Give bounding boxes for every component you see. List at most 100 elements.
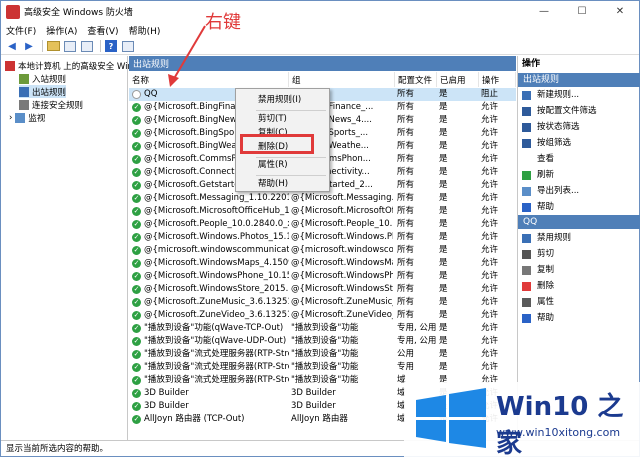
rule-row[interactable]: ✓@{Microsoft.ZuneMusic_3.6.13251.0_...@{… — [129, 296, 516, 309]
rule-group: @{Microsoft.People_10.... — [291, 219, 393, 229]
rule-row[interactable]: ✓@{Microsoft.WindowsStore_2015.10....@{M… — [129, 283, 516, 296]
qq-action-properties[interactable]: 属性 — [522, 296, 554, 309]
qq-action-cut[interactable]: 剪切 — [522, 248, 554, 261]
menu-view[interactable]: 查看(V) — [82, 24, 123, 37]
column-profile[interactable]: 配置文件 — [395, 72, 437, 87]
enabled-check-icon: ✓ — [132, 389, 141, 398]
rule-row[interactable]: ✓@{Microsoft.WindowsPhone_10.1510....@{M… — [129, 270, 516, 283]
rule-enabled: 是 — [439, 193, 448, 203]
rule-row[interactable]: ✓@{Microsoft.WindowsMaps_4.1509.5...@{Mi… — [129, 257, 516, 270]
close-button[interactable]: ✕ — [601, 1, 639, 22]
action-filter-by-state[interactable]: 按状态筛选 — [522, 121, 580, 134]
ctx-help[interactable]: 帮助(H) — [258, 178, 288, 191]
ctx-properties[interactable]: 属性(R) — [258, 159, 288, 172]
action-label: 新建规则... — [537, 90, 580, 100]
rule-row[interactable]: ✓ "播放到设备"功能(qWave-UDP-Out) "播放到设备"功能 专用, 公用… — [129, 335, 516, 348]
actions-section-outbound[interactable]: 出站规则 — [518, 73, 640, 87]
back-arrow-icon[interactable]: ◀ — [5, 40, 19, 53]
action-label: 禁用规则 — [537, 233, 572, 243]
action-new-rule[interactable]: 新建规则... — [522, 89, 579, 102]
rule-row[interactable]: ✓@{Microsoft.People_10.0.2840.0_x86_...@… — [129, 218, 516, 231]
enabled-check-icon: ✓ — [132, 259, 141, 268]
rule-group: @{Microsoft.ZuneMusic_3... — [291, 297, 393, 307]
action-filter-by-group[interactable]: 按组筛选 — [522, 137, 571, 150]
rule-action: 允许 — [481, 232, 499, 242]
rule-profile: 所有 — [397, 141, 415, 151]
rule-row[interactable]: ✓@{Microsoft.Windows.Photos_15.100....@{… — [129, 231, 516, 244]
show-tree-icon[interactable] — [63, 40, 77, 53]
rule-group: AllJoyn 路由器 — [291, 414, 348, 424]
menu-file[interactable]: 文件(F) — [1, 24, 41, 37]
enabled-check-icon: ✓ — [132, 103, 141, 112]
up-folder-icon[interactable] — [46, 40, 60, 53]
rule-profile: 所有 — [397, 167, 415, 177]
tree-item-inbound[interactable]: 入站规则 — [19, 72, 66, 85]
action-filter-by-profile[interactable]: 按配置文件筛选 — [522, 105, 597, 118]
expand-chevron-icon[interactable]: › — [9, 113, 12, 123]
action-label: 查看 — [537, 154, 555, 164]
action-view[interactable]: 查看 — [522, 153, 554, 166]
rule-enabled: 是 — [439, 323, 448, 333]
qq-action-copy[interactable]: 复制 — [522, 264, 554, 277]
enabled-check-icon: ✓ — [132, 168, 141, 177]
action-label: 帮助 — [537, 202, 555, 212]
export-icon[interactable] — [80, 40, 94, 53]
rule-name: "播放到设备"流式处理服务器(RTP-Strea... — [144, 362, 289, 372]
ctx-cut[interactable]: 剪切(T) — [258, 113, 287, 126]
action-label: 按配置文件筛选 — [537, 106, 597, 116]
action-help[interactable]: 帮助 — [522, 201, 554, 214]
tree-root[interactable]: 本地计算机 上的高级安全 Wind — [5, 59, 138, 72]
help-icon[interactable]: ? — [104, 40, 118, 53]
rule-row[interactable]: ✓ "播放到设备"功能(qWave-TCP-Out) "播放到设备"功能 专用, 公用… — [129, 322, 516, 335]
rule-profile: 所有 — [397, 245, 415, 255]
rule-action: 允许 — [481, 141, 499, 151]
rule-name: "播放到设备"功能(qWave-TCP-Out) — [144, 323, 284, 333]
tree-item-connection-security[interactable]: 连接安全规则 — [19, 98, 83, 111]
rule-row[interactable]: ✓@{microsoft.windowscommunication...@{mi… — [129, 244, 516, 257]
rule-action: 允许 — [481, 336, 499, 346]
properties-icon[interactable] — [121, 40, 135, 53]
ctx-disable-rule[interactable]: 禁用规则(I) — [258, 94, 301, 107]
actions-section-qq[interactable]: QQ — [518, 215, 640, 229]
enabled-check-icon: ✓ — [132, 376, 141, 385]
tree-item-monitor[interactable]: › 监视 — [9, 111, 45, 124]
qq-action-delete[interactable]: 删除 — [522, 280, 554, 293]
rule-profile: 所有 — [397, 271, 415, 281]
column-enabled[interactable]: 已启用 — [437, 72, 479, 87]
action-refresh[interactable]: 刷新 — [522, 169, 554, 182]
rule-group: "播放到设备"功能 — [291, 336, 359, 346]
menu-action[interactable]: 操作(A) — [41, 24, 82, 37]
column-group[interactable]: 组 — [289, 72, 395, 87]
rule-enabled: 是 — [439, 362, 448, 372]
rule-profile: 所有 — [397, 258, 415, 268]
rule-row[interactable]: ✓@{Microsoft.Messaging_1.10.22012.0...@{… — [129, 192, 516, 205]
rule-row[interactable]: ✓@{Microsoft.ZuneVideo_3.6.13251.0_...@{… — [129, 309, 516, 322]
rule-enabled: 是 — [439, 310, 448, 320]
minimize-button[interactable]: — — [525, 1, 563, 22]
maximize-button[interactable]: ☐ — [563, 1, 601, 22]
window-title: 高级安全 Windows 防火墙 — [24, 8, 133, 18]
qq-action-help[interactable]: 帮助 — [522, 312, 554, 325]
new-rule-icon — [522, 91, 531, 100]
filter-by-profile-icon — [522, 107, 531, 116]
rule-row[interactable]: ✓"播放到设备"流式处理服务器(RTP-Strea..."播放到设备"功能 公用 是… — [129, 348, 516, 361]
qq-action-disable-rule[interactable]: 禁用规则 — [522, 232, 571, 245]
rule-action: 允许 — [481, 115, 499, 125]
rule-enabled: 是 — [439, 219, 448, 229]
column-action[interactable]: 操作 — [479, 72, 516, 87]
rule-action: 允许 — [481, 128, 499, 138]
rule-group: @{Microsoft.WindowsPh... — [291, 271, 393, 281]
action-export-list[interactable]: 导出列表... — [522, 185, 579, 198]
tree-item-outbound[interactable]: 出站规则 — [19, 85, 67, 98]
rule-enabled: 是 — [439, 245, 448, 255]
rule-row[interactable]: ✓@{Microsoft.MicrosoftOfficeHub_17....@{… — [129, 205, 516, 218]
rule-row[interactable]: ✓"播放到设备"流式处理服务器(RTP-Strea..."播放到设备"功能 专用 是… — [129, 361, 516, 374]
rule-group: @{Microsoft.ZuneVideo_3... — [291, 310, 393, 320]
forward-arrow-icon[interactable]: ▶ — [22, 40, 36, 53]
rule-profile: 所有 — [397, 128, 415, 138]
help-icon — [522, 314, 531, 323]
enabled-check-icon: ✓ — [132, 246, 141, 255]
rule-group: @{microsoft.windowscom... — [291, 245, 393, 255]
rule-name: @{Microsoft.ZuneVideo_3.6.13251.0_... — [144, 310, 289, 320]
rule-enabled: 是 — [439, 206, 448, 216]
